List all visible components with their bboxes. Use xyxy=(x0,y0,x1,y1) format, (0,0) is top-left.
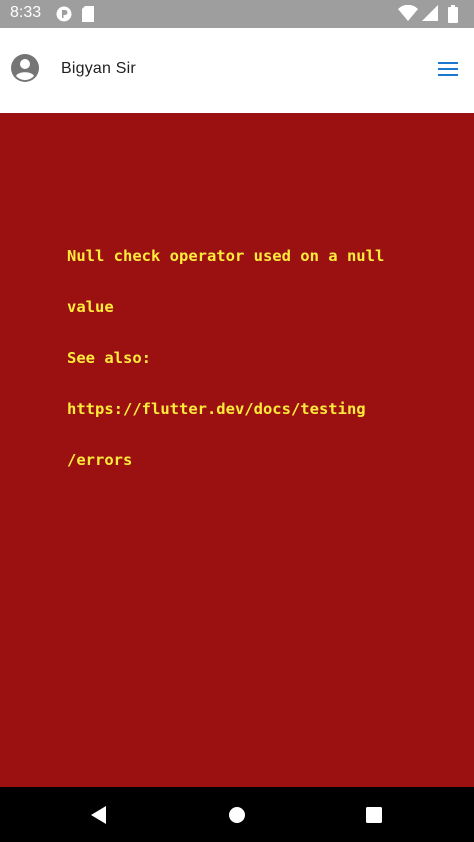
error-line: value xyxy=(67,298,114,316)
error-screen: Null check operator used on a null value… xyxy=(0,113,474,787)
error-link: https://flutter.dev/docs/testing xyxy=(67,400,366,418)
wifi-icon xyxy=(398,5,418,21)
system-nav-bar xyxy=(0,787,474,842)
notification-p-icon xyxy=(56,6,72,26)
battery-icon xyxy=(448,5,458,23)
error-line: Null check operator used on a null xyxy=(67,247,385,265)
error-message: Null check operator used on a null value… xyxy=(67,214,397,503)
user-name: Bigyan Sir xyxy=(61,60,136,77)
sim-card-icon xyxy=(82,6,94,26)
status-bar: 8:33 xyxy=(0,0,474,28)
back-icon[interactable] xyxy=(88,804,110,826)
app-bar: Bigyan Sir xyxy=(0,28,474,113)
error-line: See also: xyxy=(67,349,151,367)
home-icon[interactable] xyxy=(226,804,248,826)
account-circle-icon[interactable] xyxy=(11,54,39,82)
error-line: /errors xyxy=(67,451,133,469)
status-time: 8:33 xyxy=(10,4,42,21)
signal-icon xyxy=(422,5,438,21)
hamburger-menu-icon[interactable] xyxy=(438,61,458,77)
recents-icon[interactable] xyxy=(363,804,385,826)
